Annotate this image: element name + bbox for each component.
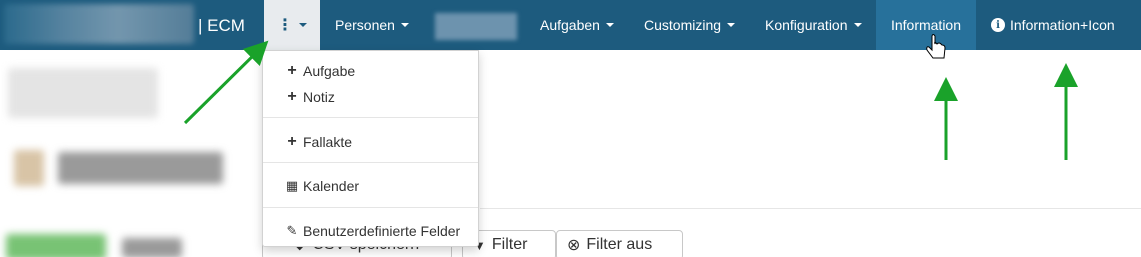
annotation-overlay	[183, 34, 1078, 160]
hand-cursor-icon	[926, 34, 946, 59]
annotation-arrow	[183, 40, 269, 125]
